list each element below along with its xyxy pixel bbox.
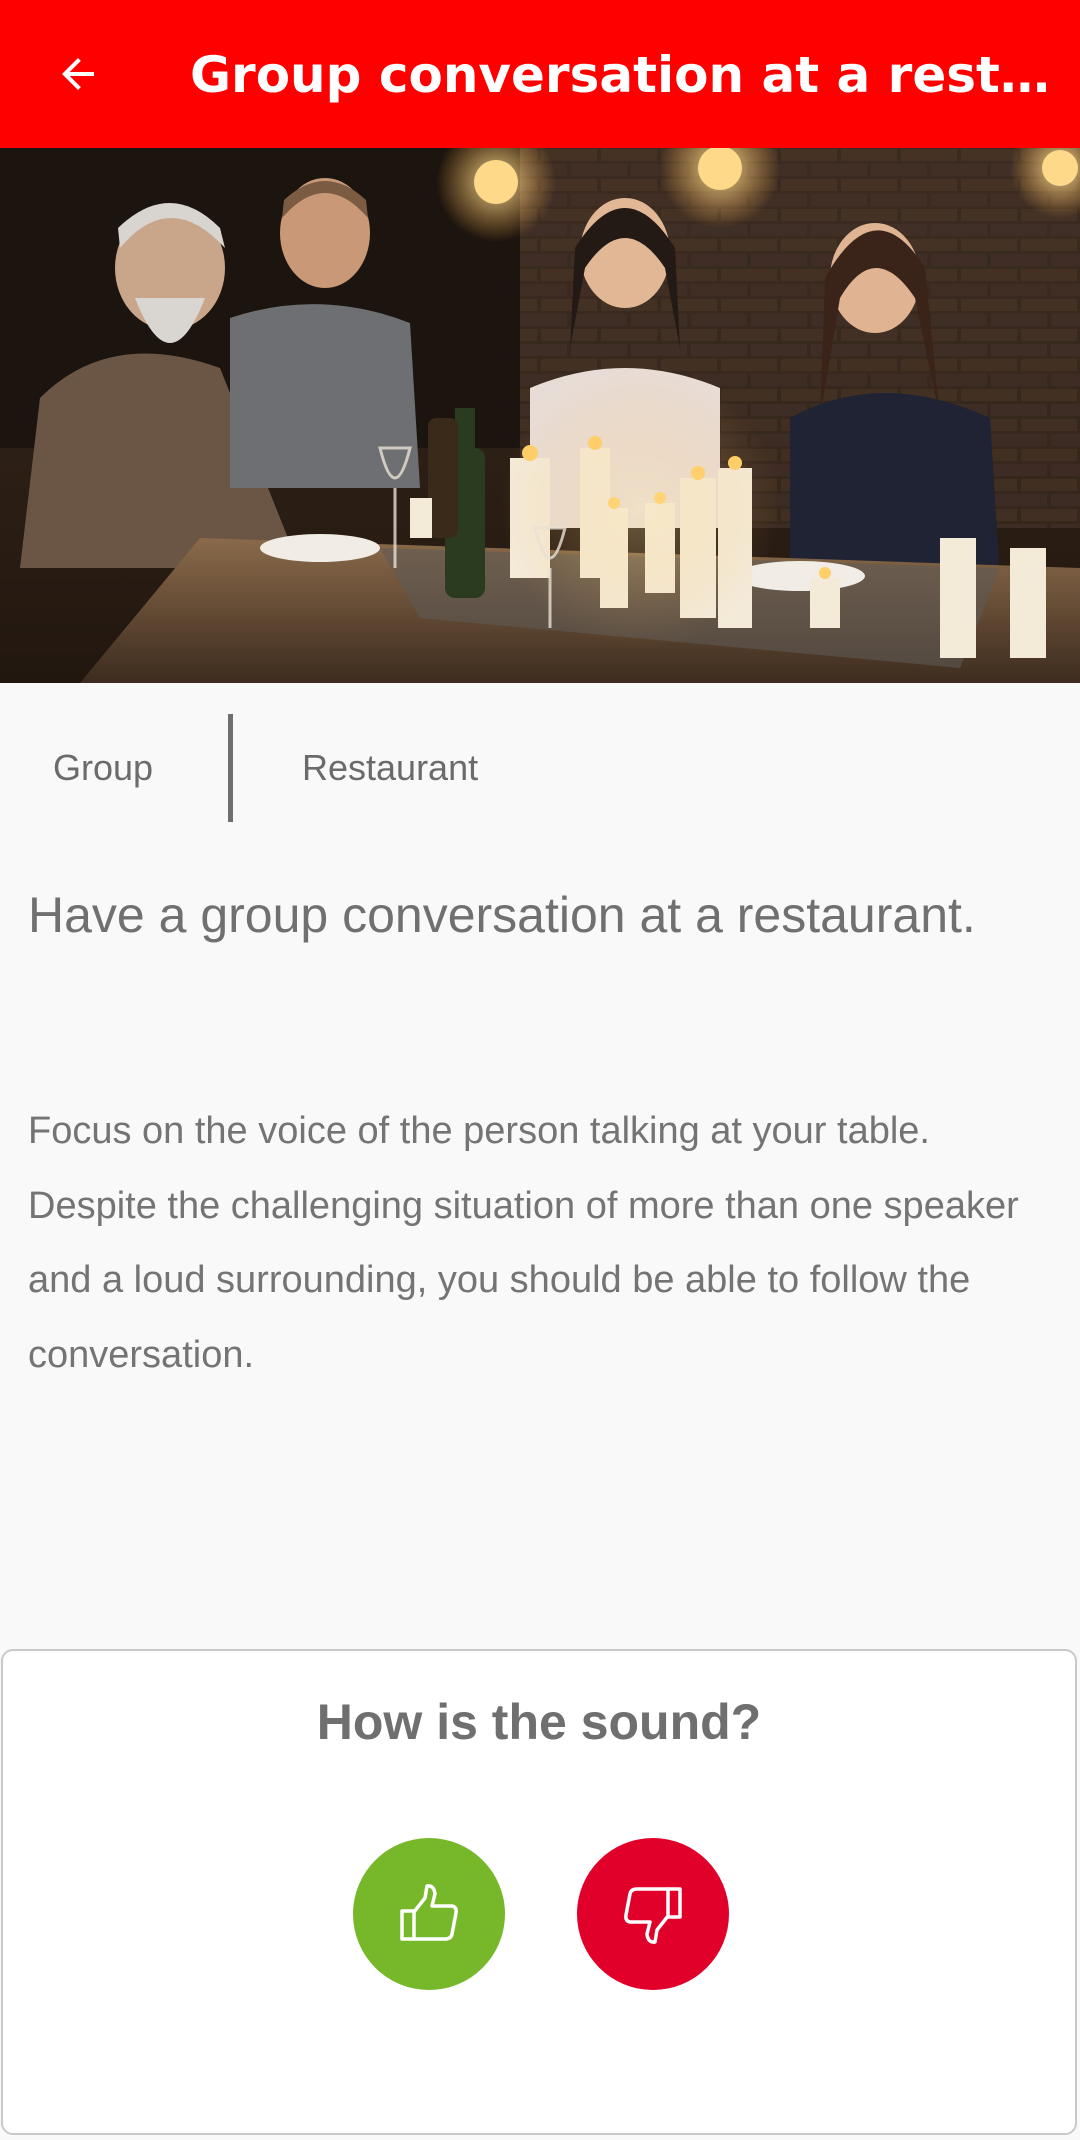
- tag-group: Group: [53, 747, 154, 788]
- app-bar: Group conversation at a restaurant: [0, 0, 1080, 148]
- thumbs-up-button[interactable]: [353, 1838, 505, 1990]
- thumbs-down-button[interactable]: [577, 1838, 729, 1990]
- feedback-question: How is the sound?: [316, 1694, 762, 1750]
- situation-heading: Have a group conversation at a restauran…: [28, 887, 976, 943]
- page-title: Group conversation at a restaurant: [190, 46, 1060, 104]
- category-tags: Group Restaurant: [0, 712, 1080, 824]
- situation-description: Focus on the voice of the person talking…: [28, 1110, 1019, 1376]
- restaurant-scene-illustration: [0, 148, 1080, 683]
- hero-image: [0, 148, 1080, 683]
- arrow-left-icon: [62, 58, 94, 90]
- thumbs-up-icon: [400, 1884, 458, 1941]
- thumbs-down-icon: [624, 1887, 682, 1944]
- tag-restaurant: Restaurant: [302, 747, 479, 788]
- sound-feedback-card: How is the sound?: [1, 1649, 1077, 2135]
- back-button[interactable]: [40, 36, 116, 112]
- tag-divider: [228, 714, 233, 822]
